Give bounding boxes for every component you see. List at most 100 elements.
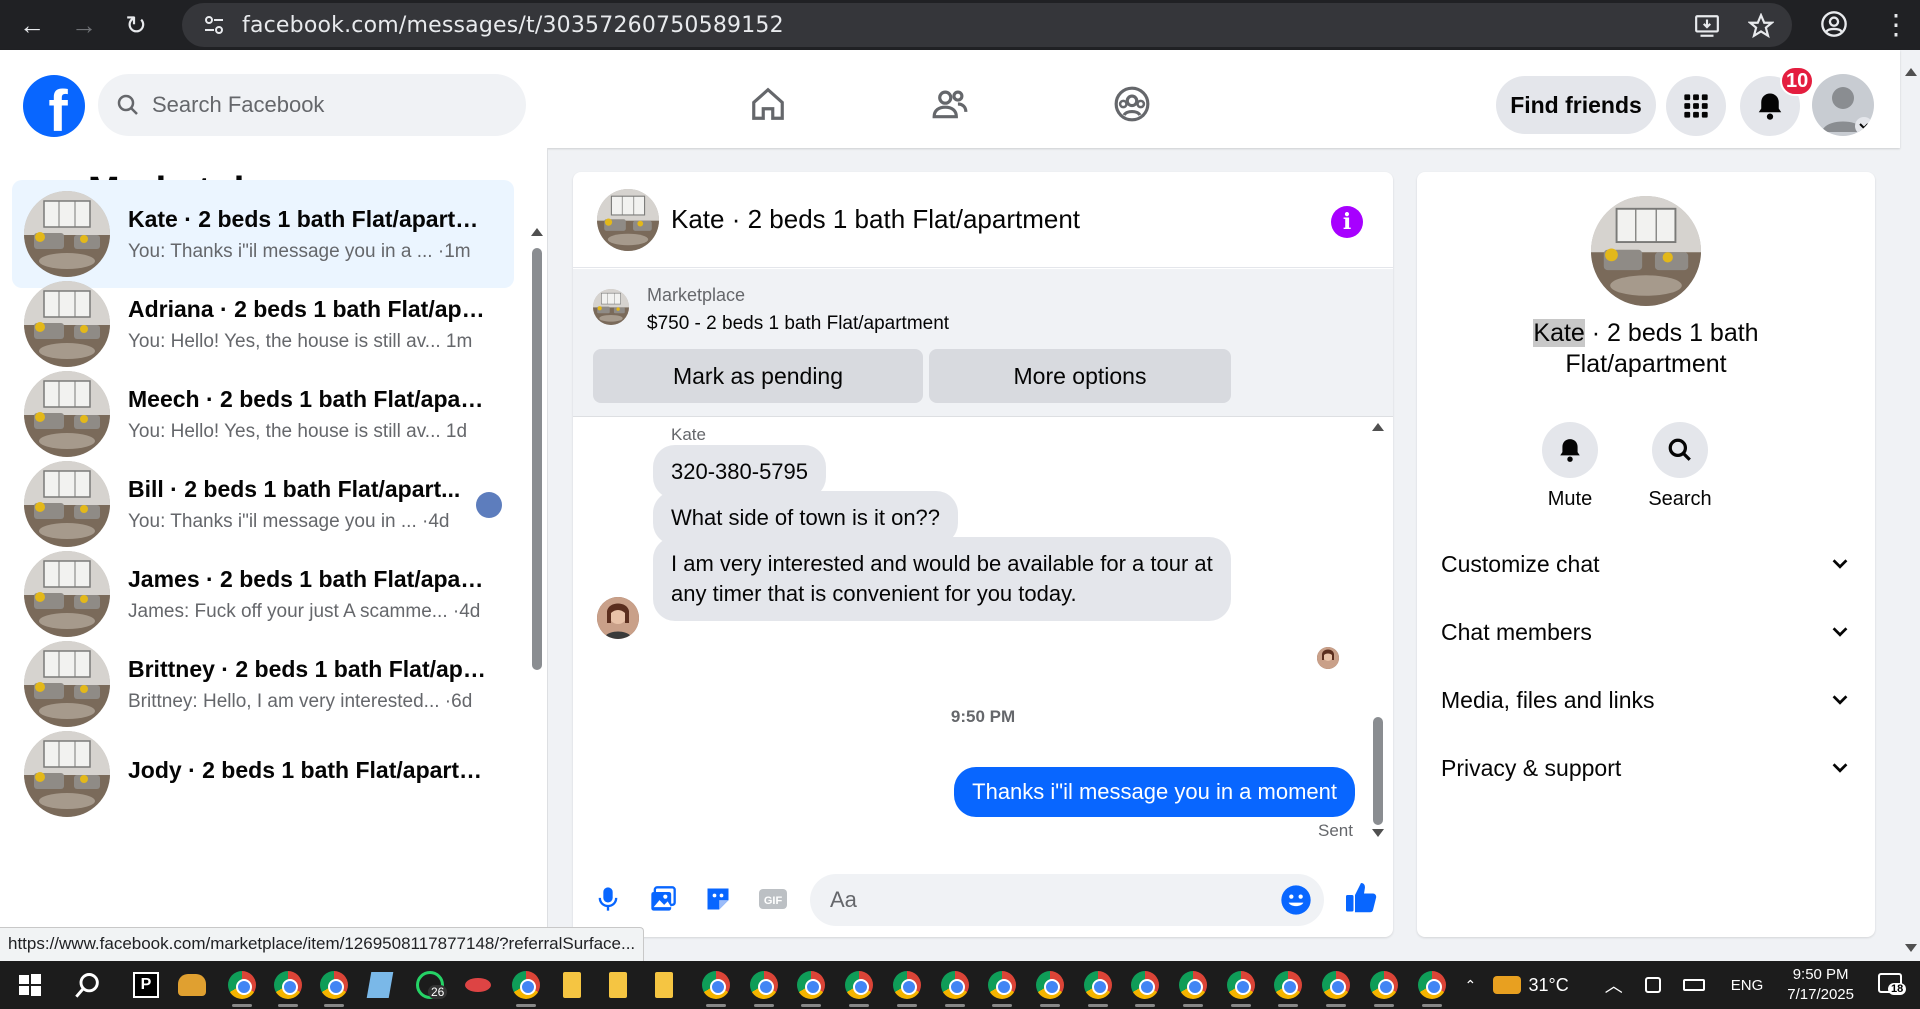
marketplace-label: Marketplace xyxy=(647,285,746,305)
emoji-icon[interactable] xyxy=(1280,884,1312,921)
chrome-icon[interactable] xyxy=(939,969,971,1007)
scroll-up-arrow-icon[interactable] xyxy=(531,228,543,236)
chrome-icon[interactable] xyxy=(318,969,350,1007)
app-icon[interactable] xyxy=(176,969,208,1001)
outgoing-message[interactable]: Thanks i"il message you in a moment xyxy=(954,767,1355,817)
notification-center-icon[interactable]: 18 xyxy=(1878,973,1907,997)
chrome-icon[interactable] xyxy=(1034,969,1066,1007)
chrome-icon[interactable] xyxy=(843,969,875,1007)
conversation-name: Brittney · 2 beds 1 bath Flat/apa... xyxy=(128,655,488,682)
sender-name: Kate xyxy=(671,425,706,444)
show-hidden-icons-icon[interactable]: ⌃ xyxy=(1465,978,1479,992)
scrollbar-thumb[interactable] xyxy=(532,248,542,670)
info-section-row[interactable]: Customize chat xyxy=(1441,544,1851,584)
install-app-icon[interactable] xyxy=(1694,13,1720,39)
photo-gallery-icon[interactable] xyxy=(648,884,678,914)
conversation-item[interactable]: Jody · 2 beds 1 bath Flat/apartm... xyxy=(12,720,514,828)
home-icon[interactable] xyxy=(744,80,792,128)
scroll-up-arrow-icon[interactable] xyxy=(1905,68,1917,76)
mute-button[interactable]: Mute xyxy=(1525,422,1615,511)
app-icon[interactable]: P xyxy=(130,969,162,1001)
profile-icon[interactable] xyxy=(1820,10,1848,38)
chrome-icon[interactable] xyxy=(1225,969,1257,1007)
chrome-icon[interactable] xyxy=(1416,969,1448,1007)
scroll-up-arrow-icon[interactable] xyxy=(1372,423,1384,431)
chrome-icon[interactable] xyxy=(986,969,1018,1007)
info-icon[interactable]: i xyxy=(1331,206,1363,238)
friends-icon[interactable] xyxy=(926,80,974,128)
battery-icon[interactable] xyxy=(1682,979,1705,991)
account-avatar[interactable] xyxy=(1812,74,1874,136)
conversation-list-scrollbar[interactable] xyxy=(531,228,543,818)
chrome-icon[interactable] xyxy=(795,969,827,1007)
clock[interactable]: 9:50 PM 7/17/2025 xyxy=(1787,965,1854,1005)
chrome-icon[interactable] xyxy=(1082,969,1114,1007)
bookmark-star-icon[interactable] xyxy=(1748,13,1774,39)
back-arrow-icon[interactable]: ← xyxy=(12,5,52,45)
chrome-icon[interactable] xyxy=(1368,969,1400,1007)
chrome-icon[interactable] xyxy=(1272,969,1304,1007)
listing-thumbnail-small[interactable] xyxy=(593,289,629,325)
thumbs-up-icon[interactable] xyxy=(1343,880,1379,921)
svg-text:GIF: GIF xyxy=(764,895,783,907)
language-indicator[interactable]: ENG xyxy=(1731,977,1764,994)
mute-label: Mute xyxy=(1547,488,1593,510)
info-section-row[interactable]: Privacy & support xyxy=(1441,748,1851,788)
address-bar[interactable]: facebook.com/messages/t/3035726075058915… xyxy=(182,3,1792,47)
find-friends-button[interactable]: Find friends xyxy=(1496,76,1656,134)
listing-thumbnail[interactable] xyxy=(597,188,659,251)
facebook-logo-icon[interactable]: f xyxy=(23,75,85,137)
listing-title[interactable]: $750 - 2 beds 1 bath Flat/apartment xyxy=(647,313,949,335)
chrome-icon[interactable] xyxy=(510,969,542,1007)
chrome-icon[interactable] xyxy=(272,969,304,1007)
message-composer: GIF Aa xyxy=(573,862,1393,934)
mark-as-pending-button[interactable]: Mark as pending xyxy=(593,349,923,403)
chrome-icon[interactable] xyxy=(748,969,780,1007)
page-scrollbar[interactable] xyxy=(1902,60,1920,960)
chrome-icon[interactable] xyxy=(226,969,258,1007)
reload-icon[interactable]: ↻ xyxy=(116,5,156,45)
search-in-chat-button[interactable]: Search xyxy=(1635,422,1725,511)
chrome-icon[interactable] xyxy=(700,969,732,1007)
chrome-icon[interactable] xyxy=(891,969,923,1007)
info-section-row[interactable]: Media, files and links xyxy=(1441,680,1851,720)
scroll-down-arrow-icon[interactable] xyxy=(1905,944,1917,952)
weather-widget[interactable]: 31°C xyxy=(1492,975,1569,996)
weather-icon xyxy=(1492,976,1521,994)
preview-time: 1d xyxy=(445,420,468,442)
menu-grid-icon[interactable] xyxy=(1666,76,1726,136)
message-timestamp: 9:50 PM xyxy=(950,707,1016,726)
message-input[interactable]: Aa xyxy=(810,874,1324,926)
microphone-icon[interactable] xyxy=(593,884,623,914)
folder-icon[interactable] xyxy=(556,969,588,1001)
site-settings-icon[interactable] xyxy=(202,13,226,37)
more-options-button[interactable]: More options xyxy=(929,349,1231,403)
listing-avatar-large[interactable] xyxy=(1591,196,1701,306)
gif-icon[interactable]: GIF xyxy=(758,884,788,914)
sticker-icon[interactable] xyxy=(703,884,733,914)
search-facebook-input[interactable]: Search Facebook xyxy=(98,74,526,136)
chrome-icon[interactable] xyxy=(1129,969,1161,1007)
chat-panel: Kate · 2 beds 1 bath Flat/apartment i Ma… xyxy=(573,172,1393,937)
sender-avatar[interactable] xyxy=(597,597,639,639)
folder-icon[interactable] xyxy=(602,969,634,1001)
folder-icon[interactable] xyxy=(648,969,680,1001)
chrome-icon[interactable] xyxy=(1177,969,1209,1007)
network-icon[interactable] xyxy=(1644,977,1661,993)
forward-arrow-icon[interactable]: → xyxy=(64,5,104,45)
info-section-row[interactable]: Chat members xyxy=(1441,612,1851,652)
app-icon[interactable] xyxy=(462,969,494,1001)
scroll-down-arrow-icon[interactable] xyxy=(1372,829,1384,837)
tray-expand-icon[interactable]: ︿ xyxy=(1605,972,1623,998)
whatsapp-icon[interactable]: 26 xyxy=(414,969,448,1001)
app-icon[interactable] xyxy=(364,969,396,1001)
search-icon[interactable] xyxy=(72,969,104,1001)
windows-start-icon[interactable] xyxy=(14,969,46,1001)
scrollbar-thumb[interactable] xyxy=(1373,717,1383,825)
chrome-icon[interactable] xyxy=(1320,969,1352,1007)
browser-menu-icon[interactable]: ⋮ xyxy=(1882,8,1910,41)
chat-title[interactable]: Kate · 2 beds 1 bath Flat/apartment xyxy=(671,204,1080,235)
chat-scrollbar[interactable] xyxy=(1371,417,1385,837)
incoming-message[interactable]: I am very interested and would be availa… xyxy=(653,537,1231,621)
profile-group-icon[interactable] xyxy=(1108,80,1156,128)
